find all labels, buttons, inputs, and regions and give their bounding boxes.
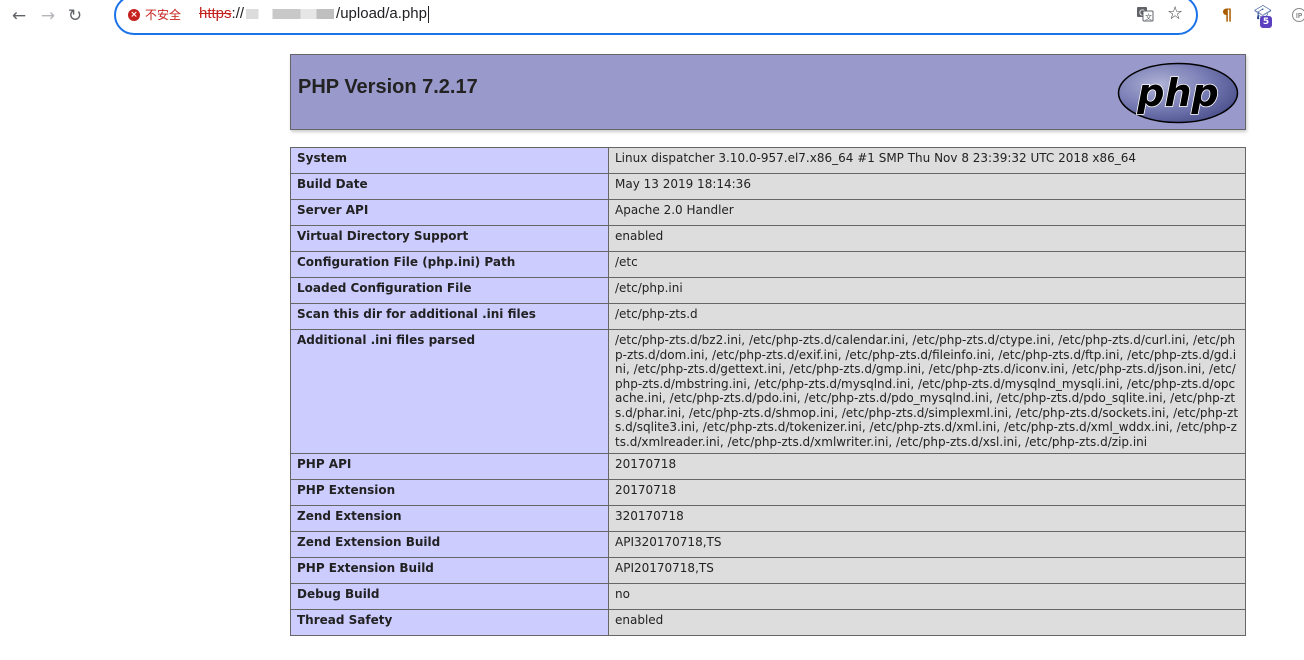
config-key: System xyxy=(290,147,609,174)
table-row: PHP API 20170718 xyxy=(290,453,1246,480)
config-value: enabled xyxy=(608,609,1246,636)
config-key: Configuration File (php.ini) Path xyxy=(290,251,609,278)
pilcrow-extension-icon[interactable]: ¶ xyxy=(1222,5,1232,24)
config-value: May 13 2019 18:14:36 xyxy=(608,173,1246,200)
config-value: API320170718,TS xyxy=(608,531,1246,558)
security-label[interactable]: 不安全 xyxy=(145,6,181,23)
config-value: 320170718 xyxy=(608,505,1246,532)
config-key: Additional .ini files parsed xyxy=(290,329,609,454)
config-key: Virtual Directory Support xyxy=(290,225,609,252)
config-key: Zend Extension Build xyxy=(290,531,609,558)
table-row: Additional .ini files parsed/etc/php-zts… xyxy=(290,329,1246,454)
php-logo-text: php xyxy=(1136,71,1218,115)
arrow-left-icon: ← xyxy=(11,6,27,26)
url-scheme: https xyxy=(199,5,232,22)
browser-toolbar: ← → ↻ × 不安全 https:// /upload/a.php G文 ☆ ¶… xyxy=(0,0,1304,35)
page-title: PHP Version 7.2.17 xyxy=(298,76,478,98)
config-key: Build Date xyxy=(290,173,609,200)
config-value: Linux dispatcher 3.10.0-957.el7.x86_64 #… xyxy=(608,147,1246,174)
table-row: Loaded Configuration File/etc/php.ini xyxy=(290,277,1246,304)
back-button[interactable]: ← xyxy=(6,3,32,29)
table-row: PHP Extension Build API20170718,TS xyxy=(290,557,1246,584)
config-value: enabled xyxy=(608,225,1246,252)
config-key: Zend Extension xyxy=(290,505,609,532)
reload-button[interactable]: ↻ xyxy=(62,3,88,29)
config-value: /etc/php-zts.d/bz2.ini, /etc/php-zts.d/c… xyxy=(608,329,1246,454)
config-value: no xyxy=(608,583,1246,610)
url-path: /upload/a.php xyxy=(336,5,427,22)
table-row: Configuration File (php.ini) Path/etc xyxy=(290,251,1246,278)
config-value: Apache 2.0 Handler xyxy=(608,199,1246,226)
table-row: Server API Apache 2.0 Handler xyxy=(290,199,1246,226)
url-separator: :// xyxy=(231,5,245,22)
forward-button[interactable]: → xyxy=(35,3,61,29)
config-key: Scan this dir for additional .ini files xyxy=(290,303,609,330)
table-row: PHP Extension 20170718 xyxy=(290,479,1246,506)
table-row: Build Date May 13 2019 18:14:36 xyxy=(290,173,1246,200)
translate-icon[interactable]: G文 xyxy=(1136,5,1154,27)
table-row: System Linux dispatcher 3.10.0-957.el7.x8… xyxy=(290,147,1246,174)
table-row: Zend Extension Build API320170718,TS xyxy=(290,531,1246,558)
config-key: PHP Extension xyxy=(290,479,609,506)
table-row: Debug Build no xyxy=(290,583,1246,610)
url-host-redacted xyxy=(246,9,335,20)
phpinfo-table: System Linux dispatcher 3.10.0-957.el7.x8… xyxy=(290,147,1246,636)
text-caret xyxy=(427,5,429,23)
config-key: Debug Build xyxy=(290,583,609,610)
table-row: Virtual Directory Support enabled xyxy=(290,225,1246,252)
config-key: Loaded Configuration File xyxy=(290,277,609,304)
table-row: Thread Safety enabled xyxy=(290,609,1246,636)
table-row: Scan this dir for additional .ini files /… xyxy=(290,303,1246,330)
config-key: Thread Safety xyxy=(290,609,609,636)
ip-extension-icon[interactable]: IP xyxy=(1292,8,1304,22)
extension-badge: 5 xyxy=(1260,16,1272,28)
url-text[interactable]: https:// /upload/a.php xyxy=(199,5,429,23)
phpinfo-header: PHP Version 7.2.17 php xyxy=(290,54,1246,130)
svg-text:文: 文 xyxy=(1145,13,1152,22)
arrow-right-icon: → xyxy=(40,6,56,26)
phpinfo-page: PHP Version 7.2.17 php System Linux dispa… xyxy=(290,54,1246,636)
config-value: /etc/php.ini xyxy=(608,277,1246,304)
config-key: PHP Extension Build xyxy=(290,557,609,584)
php-logo[interactable]: php xyxy=(1117,62,1239,124)
config-value: /etc/php-zts.d xyxy=(608,303,1246,330)
config-value: 20170718 xyxy=(608,479,1246,506)
graduation-cap-extension-icon[interactable]: 🎓︎ 5 xyxy=(1252,5,1274,28)
config-value: /etc xyxy=(608,251,1246,278)
reload-icon: ↻ xyxy=(67,6,83,26)
star-icon[interactable]: ☆ xyxy=(1167,3,1183,24)
config-key: PHP API xyxy=(290,453,609,480)
table-row: Zend Extension 320170718 xyxy=(290,505,1246,532)
address-bar[interactable]: × 不安全 https:// /upload/a.php G文 ☆ xyxy=(114,0,1198,35)
insecure-warning-icon[interactable]: × xyxy=(128,9,140,21)
config-value: 20170718 xyxy=(608,453,1246,480)
config-key: Server API xyxy=(290,199,609,226)
config-value: API20170718,TS xyxy=(608,557,1246,584)
